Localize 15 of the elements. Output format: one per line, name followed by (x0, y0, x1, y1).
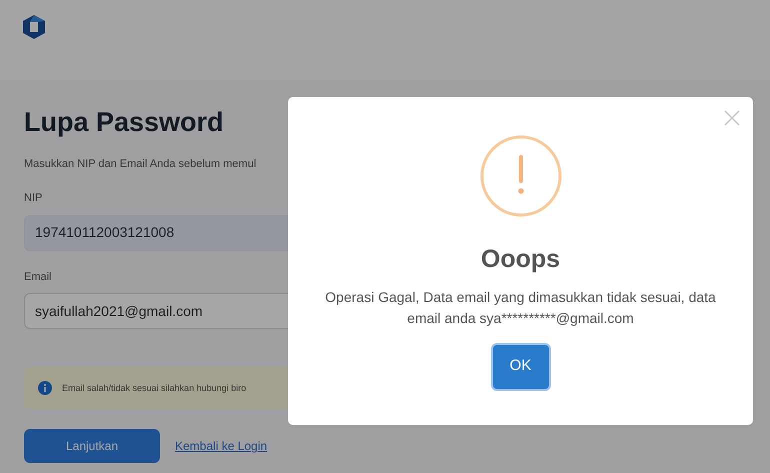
input-field[interactable]: syaifullah2021@gmail.com (24, 293, 288, 330)
field-label: Email (24, 270, 53, 285)
field-label: NIP (24, 191, 44, 206)
dialog-title: Ooops (480, 244, 560, 275)
submit-button[interactable]: Lanjutkan (24, 429, 160, 464)
input-field[interactable]: 197410112003121008 (24, 214, 288, 251)
info-icon (38, 381, 52, 396)
page-title: Lupa Password (24, 106, 225, 139)
logo-icon (22, 14, 46, 40)
warning-icon (480, 135, 562, 217)
back-to-login-link[interactable]: Kembali ke Login (175, 437, 268, 456)
page-description: Masukkan NIP dan Email Anda sebelum memul (24, 156, 258, 172)
notice-text: Email salah/tidak sesuai silahkan hubungi biro (62, 382, 246, 395)
dialog-message: Operasi Gagal, Data email yang dimasukkan tidak sesuai, data email anda sya**********@gmail.com (324, 288, 717, 328)
ok-button[interactable]: OK (492, 344, 548, 388)
